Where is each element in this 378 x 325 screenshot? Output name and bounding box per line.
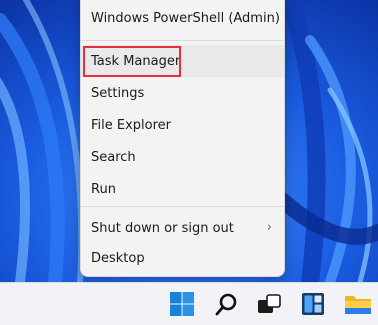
menu-item-label: Run [91,181,116,197]
menu-item-settings[interactable]: Settings [81,77,284,109]
menu-item-label: Desktop [91,250,145,266]
task-manager-highlight [83,46,181,77]
menu-item-run[interactable]: Run [81,173,284,205]
menu-item-file-explorer[interactable]: File Explorer [81,109,284,141]
menu-separator [81,206,284,207]
task-view-icon[interactable] [256,291,282,317]
widgets-icon[interactable] [300,291,326,317]
menu-item-label: Search [91,149,136,165]
search-icon[interactable] [214,291,240,317]
chevron-right-icon: › [266,220,272,235]
winx-context-menu: Windows PowerShell (Admin) Task Manager … [80,0,285,277]
menu-item-label: Windows PowerShell (Admin) [91,10,280,26]
menu-item-label: Shut down or sign out [91,220,234,236]
menu-item-label: Settings [91,85,145,101]
menu-item-shut-down[interactable]: Shut down or sign out › [81,212,284,244]
file-explorer-icon[interactable] [344,292,371,318]
menu-item-search[interactable]: Search [81,141,284,173]
menu-item-label: File Explorer [91,117,172,133]
menu-item-powershell-admin[interactable]: Windows PowerShell (Admin) [81,2,284,34]
menu-item-desktop[interactable]: Desktop [81,242,284,274]
menu-separator [81,40,284,41]
windows-start-icon[interactable] [169,291,195,317]
